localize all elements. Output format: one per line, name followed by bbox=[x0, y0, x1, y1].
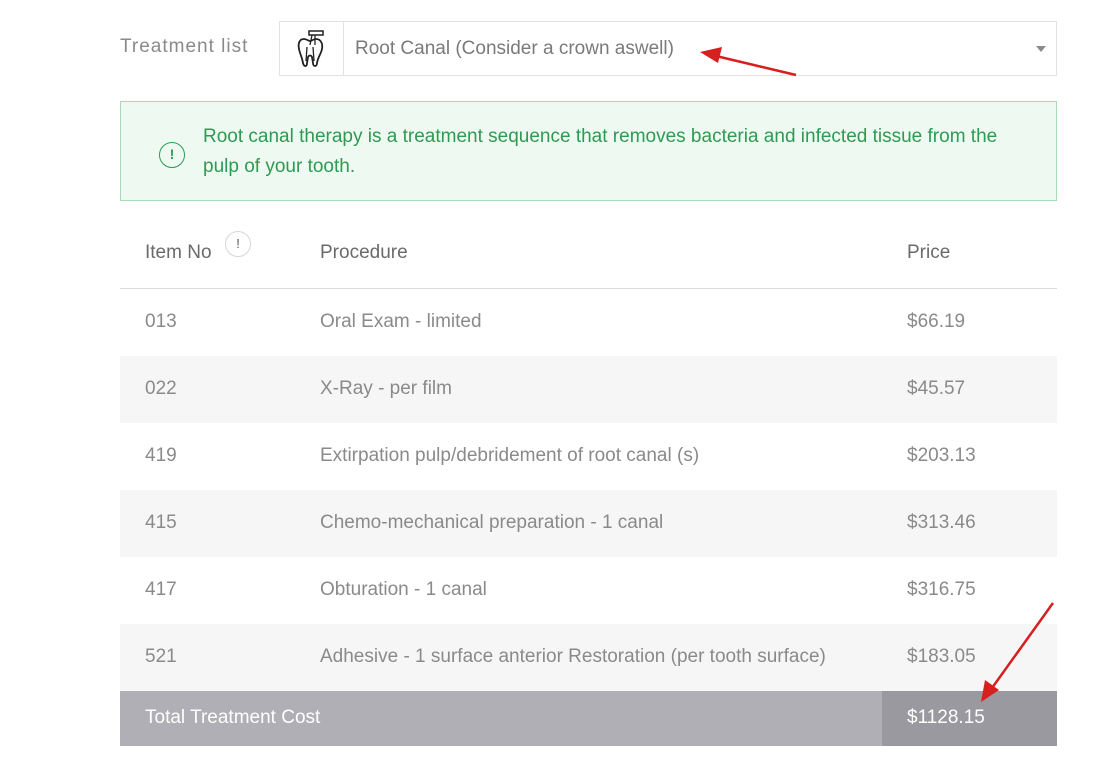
row-procedure: X-Ray - per film bbox=[320, 378, 452, 399]
info-icon: ! bbox=[159, 142, 185, 168]
row-price: $316.75 bbox=[907, 579, 976, 600]
treatment-list-label: Treatment list bbox=[120, 36, 249, 57]
row-price: $45.57 bbox=[907, 378, 966, 399]
header-procedure: Procedure bbox=[320, 242, 408, 263]
tooth-root-canal-icon bbox=[280, 22, 344, 75]
row-item-no: 419 bbox=[145, 445, 177, 466]
item-no-info-icon[interactable]: ! bbox=[225, 231, 251, 257]
treatment-select[interactable]: Root Canal (Consider a crown aswell) bbox=[279, 21, 1057, 76]
chevron-down-icon[interactable] bbox=[1036, 46, 1046, 52]
row-item-no: 521 bbox=[145, 646, 177, 667]
row-procedure: Chemo-mechanical preparation - 1 canal bbox=[320, 512, 664, 533]
total-price: $1128.15 bbox=[907, 707, 985, 728]
row-item-no: 417 bbox=[145, 579, 177, 600]
selected-treatment-value: Root Canal (Consider a crown aswell) bbox=[355, 38, 674, 59]
header-price: Price bbox=[907, 242, 951, 263]
alert-message: Root canal therapy is a treatment sequen… bbox=[203, 126, 998, 177]
row-procedure: Obturation - 1 canal bbox=[320, 579, 487, 600]
table-row: 417 Obturation - 1 canal $316.75 bbox=[120, 557, 1057, 624]
row-price: $66.19 bbox=[907, 311, 966, 332]
table-row: 419 Extirpation pulp/debridement of root… bbox=[120, 423, 1057, 490]
row-price: $203.13 bbox=[907, 445, 976, 466]
header-item-no: Item No bbox=[145, 242, 212, 263]
total-price-cell: $1128.15 bbox=[882, 691, 1057, 746]
total-treatment-cost-row: Total Treatment Cost $1128.15 bbox=[120, 691, 1057, 746]
row-price: $313.46 bbox=[907, 512, 976, 533]
total-label: Total Treatment Cost bbox=[145, 707, 321, 728]
table-row: 521 Adhesive - 1 surface anterior Restor… bbox=[120, 624, 1057, 691]
row-item-no: 415 bbox=[145, 512, 177, 533]
row-procedure: Oral Exam - limited bbox=[320, 311, 482, 332]
row-item-no: 022 bbox=[145, 378, 177, 399]
row-procedure: Extirpation pulp/debridement of root can… bbox=[320, 445, 700, 466]
row-item-no: 013 bbox=[145, 311, 177, 332]
row-price: $183.05 bbox=[907, 646, 976, 667]
procedures-table: Item No ! Procedure Price 013 Oral Exam … bbox=[120, 218, 1057, 691]
table-row: 415 Chemo-mechanical preparation - 1 can… bbox=[120, 490, 1057, 557]
treatment-info-alert: ! Root canal therapy is a treatment sequ… bbox=[120, 101, 1057, 201]
table-header: Item No ! Procedure Price bbox=[120, 218, 1057, 289]
row-procedure: Adhesive - 1 surface anterior Restoratio… bbox=[320, 646, 826, 667]
treatment-selector-row: Treatment list Root Canal (Consider a cr… bbox=[0, 0, 1108, 100]
table-row: 022 X-Ray - per film $45.57 bbox=[120, 356, 1057, 423]
table-row: 013 Oral Exam - limited $66.19 bbox=[120, 289, 1057, 356]
